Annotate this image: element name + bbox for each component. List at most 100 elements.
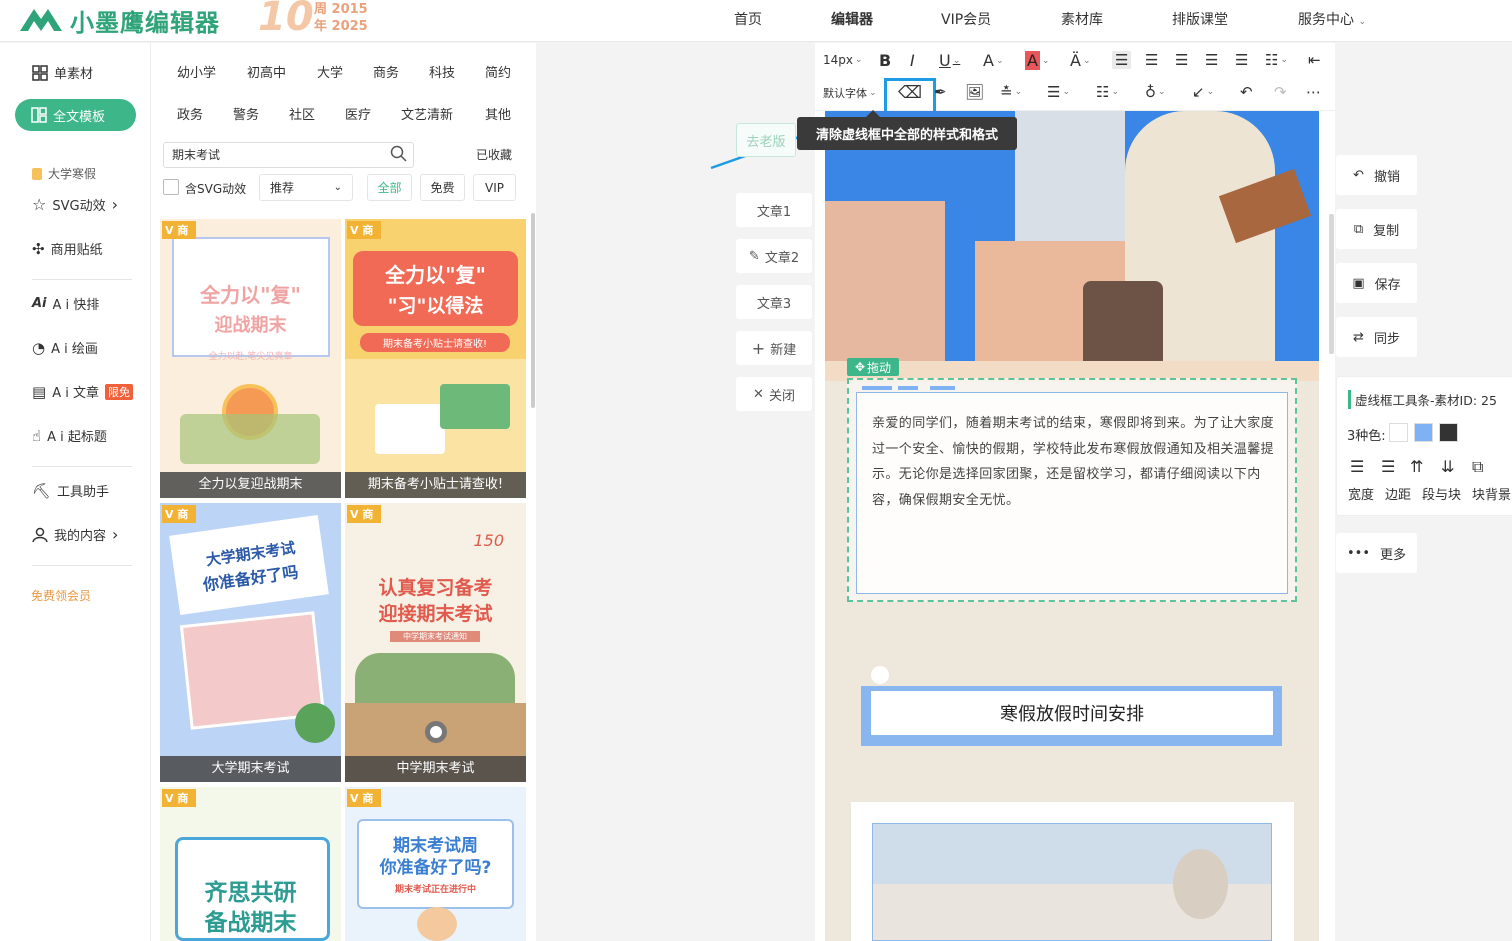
nav-course[interactable]: 排版课堂: [1172, 9, 1228, 29]
nav-vip[interactable]: VIP会员: [941, 9, 991, 29]
svg-checkbox[interactable]: [163, 179, 179, 195]
color-swatch-dark[interactable]: [1439, 423, 1458, 442]
sidebar-item-my-content[interactable]: 我的内容 ›: [32, 525, 118, 544]
article-tab-3[interactable]: 文章3: [736, 285, 812, 319]
article-tab-1[interactable]: 文章1: [736, 193, 812, 227]
more-icon[interactable]: ⋯: [1306, 83, 1321, 101]
exit-icon[interactable]: ⇤: [1308, 51, 1321, 69]
template-card[interactable]: 全力以"复" 迎战期末 全力以赴,笔尖见真章 V 商 全力以复迎战期末: [160, 219, 341, 498]
width-icon[interactable]: ☰: [1350, 457, 1364, 476]
template-card[interactable]: 期末考试周 你准备好了吗? 期末考试正在进行中 V 商: [345, 787, 526, 941]
sidebar-item-svg[interactable]: ☆ SVG动效 ›: [32, 195, 118, 214]
sync-button[interactable]: ⇄ 同步: [1336, 317, 1417, 357]
sidebar-item-ai-article[interactable]: ▤ A i 文章 限免: [32, 382, 133, 401]
undo-icon[interactable]: ↶: [1240, 83, 1253, 101]
align-left-icon[interactable]: ☰: [1112, 51, 1132, 69]
nav-materials[interactable]: 素材库: [1061, 9, 1103, 29]
drag-label: 拖动: [867, 360, 892, 375]
category-tab[interactable]: 文艺清新: [401, 104, 453, 123]
block-spacing-icon[interactable]: ⇊: [1441, 457, 1454, 476]
winter-photo[interactable]: [872, 823, 1272, 941]
save-button[interactable]: ▣ 保存: [1336, 263, 1417, 303]
filter-vip[interactable]: VIP: [473, 174, 516, 201]
font-color-icon[interactable]: A ⌄: [983, 51, 1004, 70]
more-button[interactable]: ••• 更多: [1336, 533, 1417, 573]
sidebar-item-stickers[interactable]: ✣ 商用贴纸: [32, 239, 103, 259]
margin-icon[interactable]: ☰: [1381, 457, 1395, 476]
arrow-icon[interactable]: ↙ ⌄: [1192, 83, 1214, 101]
justify-icon[interactable]: ☰: [1205, 51, 1218, 69]
color-swatch-blue[interactable]: [1414, 423, 1433, 442]
logo-text[interactable]: 小墨鹰编辑器: [70, 3, 220, 38]
sidebar-item-tools[interactable]: ⛏ 工具助手: [32, 481, 109, 501]
template-card[interactable]: 150 认真复习备考 迎接期末考试 中学期末考试通知 V 商 中学期末考试: [345, 503, 526, 782]
image-icon[interactable]: 🖼: [965, 83, 984, 101]
drag-handle[interactable]: ✥ 拖动: [847, 358, 899, 376]
logo-eagle-icon[interactable]: [18, 3, 64, 33]
redo-icon[interactable]: ↷: [1274, 83, 1287, 101]
category-tab[interactable]: 简约: [485, 62, 511, 81]
underline-icon[interactable]: U ⌄: [939, 51, 960, 70]
category-tab[interactable]: 其他: [485, 104, 511, 123]
category-tab[interactable]: 初高中: [247, 62, 286, 81]
sidebar-item-ai-layout[interactable]: Ai A i 快排: [32, 294, 99, 313]
filter-free[interactable]: 免费: [420, 174, 465, 201]
sidebar-item-ai-paint[interactable]: ◔ A i 绘画: [32, 338, 98, 358]
copy-button[interactable]: ⧉ 复制: [1336, 209, 1417, 249]
sidebar-item-single[interactable]: 单素材: [32, 63, 93, 82]
close-article-button[interactable]: ✕ 关闭: [736, 377, 812, 411]
intro-paragraph[interactable]: 亲爱的同学们，随着期末考试的结束，寒假即将到来。为了让大家度过一个安全、愉快的假…: [872, 411, 1274, 513]
paragraph-icon[interactable]: ☷ ⌄: [1096, 83, 1119, 101]
template-card[interactable]: 齐思共研 备战期末 V 商: [160, 787, 341, 941]
font-family-select[interactable]: 默认字体 ⌄: [823, 85, 877, 101]
font-size-select[interactable]: 14px ⌄: [823, 53, 863, 67]
free-vip-link[interactable]: 免费领会员: [31, 587, 91, 604]
highlight-color-icon[interactable]: A ⌄: [1025, 51, 1050, 70]
template-card[interactable]: 大学期末考试 你准备好了吗 V 商 大学期末考试: [160, 503, 341, 782]
category-tab[interactable]: 大学: [317, 62, 343, 81]
bold-icon[interactable]: B: [879, 51, 891, 70]
undo-button[interactable]: ↶ 撤销: [1336, 155, 1417, 195]
sidebar-item-winter[interactable]: 大学寒假: [32, 165, 96, 182]
indent-icon[interactable]: ☰: [1235, 51, 1248, 69]
template-scrollbar[interactable]: [531, 213, 535, 408]
search-icon[interactable]: [390, 145, 407, 162]
category-tab[interactable]: 社区: [289, 104, 315, 123]
category-tab[interactable]: 商务: [373, 62, 399, 81]
section-title[interactable]: 寒假放假时间安排: [870, 690, 1274, 736]
format-brush-icon[interactable]: ✒: [934, 83, 947, 101]
old-version-button[interactable]: 去老版: [736, 123, 796, 157]
sidebar-item-ai-title[interactable]: ☝ A i 起标题: [32, 426, 107, 446]
template-card[interactable]: 全力以"复" "习"以得法 期末备考小贴士请查收! V 商 期末备考小贴士请查收…: [345, 219, 526, 498]
category-tab[interactable]: 政务: [177, 104, 203, 123]
template-search-input[interactable]: 期末考试: [163, 142, 414, 168]
category-tab[interactable]: 警务: [233, 104, 259, 123]
nav-editor[interactable]: 编辑器: [831, 9, 873, 29]
color-swatch-white[interactable]: [1389, 423, 1408, 442]
category-tab[interactable]: 医疗: [345, 104, 371, 123]
nav-home[interactable]: 首页: [734, 9, 762, 29]
canvas-scrollbar[interactable]: [1329, 214, 1334, 354]
favorites-link[interactable]: 已收藏: [476, 146, 512, 163]
frosted-tree: [1173, 849, 1228, 919]
nav-service[interactable]: 服务中心 ⌄: [1298, 9, 1366, 29]
divider-icon[interactable]: ☰ ⌄: [1047, 83, 1070, 101]
spacing-icon[interactable]: ≛ ⌄: [1000, 83, 1022, 101]
category-tab[interactable]: 幼小学: [177, 62, 216, 81]
sort-select[interactable]: 推荐 ⌄: [259, 174, 353, 201]
filter-all[interactable]: 全部: [367, 174, 412, 201]
align-center-icon[interactable]: ☰: [1145, 51, 1158, 69]
vip-badge: V 商: [162, 505, 196, 523]
bulb-icon[interactable]: ♁ ⌄: [1145, 83, 1166, 101]
new-article-button[interactable]: + 新建: [736, 331, 812, 365]
article-tab-2[interactable]: ✎ 文章2: [736, 239, 812, 273]
para-block-icon[interactable]: ⇈: [1410, 457, 1423, 476]
hero-illustration[interactable]: [825, 111, 1319, 381]
line-height-icon[interactable]: ☷ ⌄: [1265, 51, 1288, 69]
category-tab[interactable]: 科技: [429, 62, 455, 81]
block-bg-icon[interactable]: ⧉: [1472, 457, 1483, 477]
align-right-icon[interactable]: ☰: [1175, 51, 1188, 69]
italic-icon[interactable]: I: [910, 51, 915, 70]
text-effect-icon[interactable]: Ä ⌄: [1070, 51, 1091, 70]
sidebar-item-fulltemplate[interactable]: 全文模板: [15, 99, 136, 131]
